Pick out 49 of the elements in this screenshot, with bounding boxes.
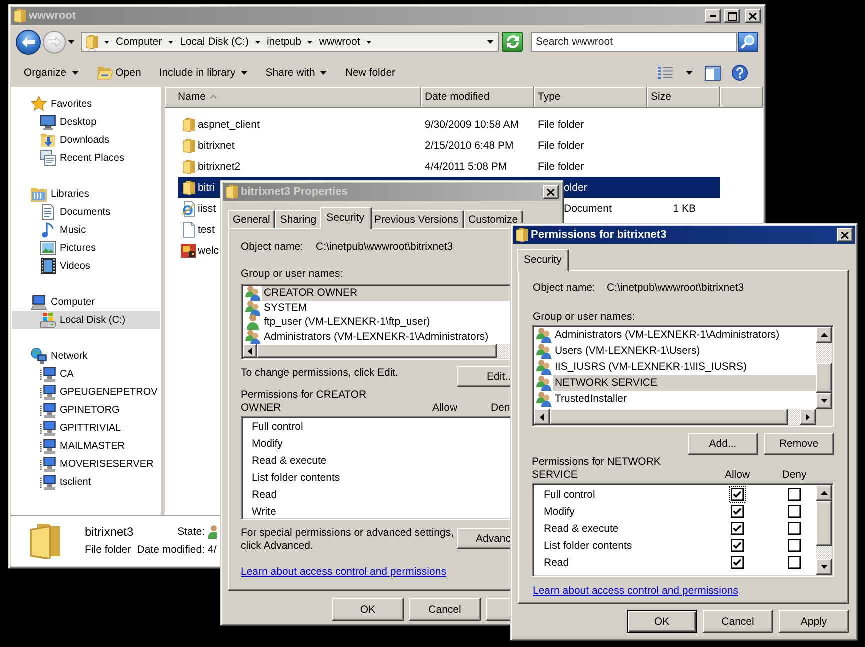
permission-name: Read & execute: [252, 455, 327, 467]
permission-name: Read: [543, 556, 570, 568]
item-type: File folder: [85, 543, 132, 558]
users-list-label: Group or user names:: [533, 311, 636, 324]
file-name: bitrixnet2: [198, 160, 241, 172]
advanced-hint: For special permissions or advanced settings, click Advanced.: [241, 527, 456, 553]
file-name: iisst: [198, 202, 216, 214]
item-name: bitrixnet3: [85, 524, 135, 541]
window-title: Permissions for bitrixnet3: [531, 229, 667, 241]
file-type: File folder: [538, 160, 584, 172]
permission-name: Read & execute: [543, 522, 619, 534]
deny-column-label: Den: [491, 402, 512, 415]
permissions-label: Permissions for CREATOR OWNER: [241, 389, 368, 415]
users-list-label: Group or user names:: [241, 268, 344, 281]
file-type: older: [564, 182, 588, 194]
file-date: 2/15/2010 6:48 PM: [425, 140, 514, 152]
file-type: Document: [564, 202, 612, 214]
file-name: bitrixnet: [198, 140, 235, 152]
object-name-label: Object name:: [533, 282, 596, 295]
file-name: test: [198, 224, 215, 236]
field-value: 4/: [208, 543, 217, 558]
permission-name: Modify: [252, 438, 283, 450]
window-title: bitrixnet3 Properties: [241, 186, 348, 198]
field-label: Date modified:: [136, 543, 205, 558]
permission-name: Full control: [543, 488, 596, 500]
file-name: welc: [198, 244, 220, 256]
permission-name: Full control: [252, 421, 304, 433]
file-size: 1 KB: [673, 202, 696, 214]
file-type: File folder: [538, 140, 584, 152]
permissions-label: Permissions for NETWORK SERVICE: [532, 456, 662, 482]
allow-column-label: Allow: [432, 402, 458, 415]
file-date: 9/30/2009 10:58 AM: [425, 118, 519, 130]
field-label: State:: [176, 525, 205, 540]
permission-name: Write: [252, 506, 276, 518]
permission-name: List folder contents: [543, 540, 632, 552]
edit-hint: To change permissions, click Edit.: [241, 367, 399, 380]
object-name-label: Object name:: [241, 241, 304, 254]
object-path: C:\inetpub\wwwroot\bitrixnet3: [607, 282, 744, 295]
file-date: 4/4/2011 5:08 PM: [425, 160, 508, 172]
object-path: C:\inetpub\wwwroot\bitrixnet3: [316, 241, 454, 254]
permission-name: Modify: [543, 506, 575, 518]
window-title: wwwroot: [29, 10, 76, 22]
permission-name: Read: [252, 489, 278, 501]
file-name: aspnet_client: [198, 118, 260, 130]
file-type: File folder: [538, 118, 584, 130]
deny-column-label: Deny: [782, 469, 807, 482]
permission-name: List folder contents: [252, 472, 340, 484]
file-name: bitri: [198, 182, 215, 194]
allow-column-label: Allow: [724, 469, 750, 482]
